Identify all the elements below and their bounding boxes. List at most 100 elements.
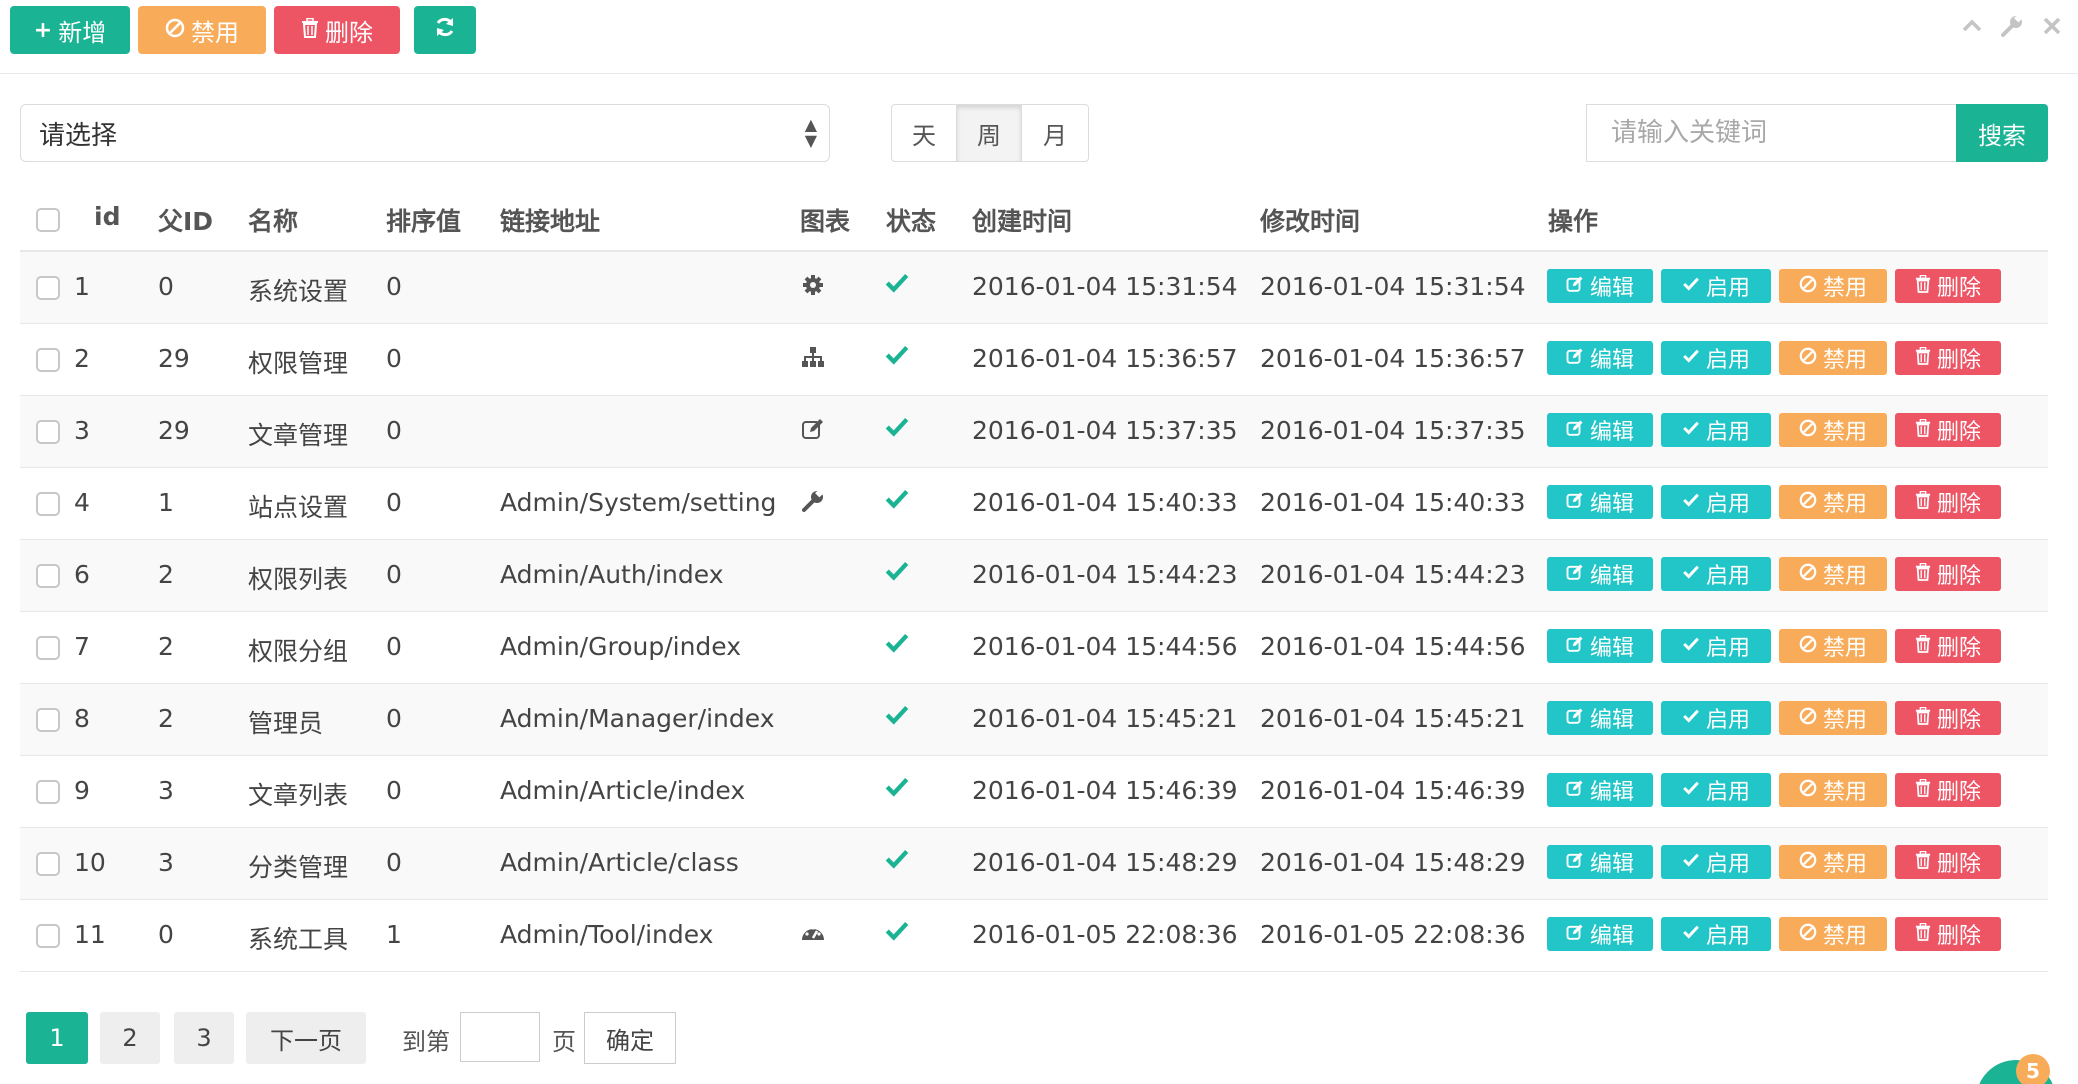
- wrench-icon[interactable]: [2000, 14, 2024, 45]
- delete-button[interactable]: 删除: [1895, 629, 2001, 663]
- search-input[interactable]: [1611, 118, 1956, 148]
- delete-button[interactable]: 删除: [1895, 269, 2001, 303]
- edit-button[interactable]: 编辑: [1547, 773, 1653, 807]
- row-checkbox[interactable]: [36, 492, 60, 516]
- disable-button[interactable]: 禁用: [1779, 845, 1887, 879]
- page-3[interactable]: 3: [174, 1012, 234, 1064]
- delete-button[interactable]: 删除: [1895, 485, 2001, 519]
- cell-created: 2016-01-04 15:31:54: [972, 272, 1238, 301]
- row-checkbox[interactable]: [36, 276, 60, 300]
- delete-button[interactable]: 删除: [274, 6, 400, 54]
- enable-button[interactable]: 启用: [1661, 341, 1771, 375]
- enable-button[interactable]: 启用: [1661, 557, 1771, 591]
- page-3-label: 3: [196, 1024, 212, 1052]
- notification-badge[interactable]: 5: [2016, 1054, 2050, 1084]
- edit-label: 编辑: [1589, 564, 1634, 589]
- disable-button[interactable]: 禁用: [1779, 413, 1887, 447]
- row-checkbox[interactable]: [36, 780, 60, 804]
- cell-id: 8: [74, 704, 90, 733]
- edit-button[interactable]: 编辑: [1547, 917, 1653, 951]
- disable-button[interactable]: 禁用: [1779, 701, 1887, 735]
- delete-button[interactable]: 删除: [1895, 413, 2001, 447]
- delete-button[interactable]: 删除: [1895, 341, 2001, 375]
- disable-label: 禁用: [1822, 780, 1867, 805]
- disable-button[interactable]: 禁用: [1779, 917, 1887, 951]
- enable-button[interactable]: 启用: [1661, 413, 1771, 447]
- edit-icon: [1566, 418, 1584, 443]
- goto-page-input[interactable]: [460, 1012, 540, 1062]
- disable-label: 禁用: [1822, 348, 1867, 373]
- cell-sort: 0: [386, 416, 402, 445]
- chevron-up-icon[interactable]: [1960, 14, 1984, 45]
- disable-button[interactable]: 禁用: [138, 6, 266, 54]
- status-check-icon: [884, 486, 910, 519]
- disable-label: 禁用: [1822, 564, 1867, 589]
- delete-button[interactable]: 删除: [1895, 845, 2001, 879]
- delete-button[interactable]: 删除: [1895, 773, 2001, 807]
- edit-button[interactable]: 编辑: [1547, 845, 1653, 879]
- row-checkbox[interactable]: [36, 564, 60, 588]
- edit-button[interactable]: 编辑: [1547, 557, 1653, 591]
- cell-sort: 1: [386, 920, 402, 949]
- goto-confirm-button[interactable]: 确定: [584, 1012, 676, 1064]
- check-icon: [1682, 850, 1700, 875]
- edit-button[interactable]: 编辑: [1547, 269, 1653, 303]
- disable-button[interactable]: 禁用: [1779, 773, 1887, 807]
- tab-month[interactable]: 月: [1021, 104, 1089, 162]
- category-select[interactable]: 请选择 ▲ ▼: [20, 104, 830, 162]
- edit-button[interactable]: 编辑: [1547, 413, 1653, 447]
- delete-button[interactable]: 删除: [1895, 701, 2001, 735]
- search-button[interactable]: 搜索: [1956, 104, 2048, 162]
- enable-label: 启用: [1705, 780, 1750, 805]
- enable-button[interactable]: 启用: [1661, 701, 1771, 735]
- row-checkbox[interactable]: [36, 852, 60, 876]
- disable-button[interactable]: 禁用: [1779, 485, 1887, 519]
- enable-button[interactable]: 启用: [1661, 917, 1771, 951]
- delete-button[interactable]: 删除: [1895, 557, 2001, 591]
- row-checkbox[interactable]: [36, 636, 60, 660]
- wrench-icon: [798, 486, 828, 516]
- delete-button[interactable]: 删除: [1895, 917, 2001, 951]
- row-checkbox[interactable]: [36, 348, 60, 372]
- disable-button[interactable]: 禁用: [1779, 269, 1887, 303]
- row-checkbox[interactable]: [36, 924, 60, 948]
- cell-modified: 2016-01-05 22:08:36: [1260, 920, 1526, 949]
- enable-button[interactable]: 启用: [1661, 269, 1771, 303]
- header-icon: 图表: [800, 207, 851, 236]
- add-button[interactable]: + 新增: [10, 6, 130, 54]
- disable-button[interactable]: 禁用: [1779, 629, 1887, 663]
- status-check-icon: [884, 702, 910, 735]
- row-checkbox[interactable]: [36, 420, 60, 444]
- page-1[interactable]: 1: [26, 1012, 88, 1064]
- tab-day[interactable]: 天: [891, 104, 957, 162]
- enable-button[interactable]: 启用: [1661, 629, 1771, 663]
- enable-label: 启用: [1705, 636, 1750, 661]
- close-icon[interactable]: [2040, 14, 2064, 45]
- edit-button[interactable]: 编辑: [1547, 701, 1653, 735]
- next-page-button[interactable]: 下一页: [246, 1012, 366, 1064]
- edit-button[interactable]: 编辑: [1547, 629, 1653, 663]
- edit-button[interactable]: 编辑: [1547, 485, 1653, 519]
- edit-button[interactable]: 编辑: [1547, 341, 1653, 375]
- enable-button[interactable]: 启用: [1661, 485, 1771, 519]
- cell-name: 权限分组: [248, 637, 349, 666]
- ban-icon: [1799, 562, 1817, 587]
- select-all-checkbox[interactable]: [36, 208, 60, 232]
- add-button-label: 新增: [58, 18, 107, 47]
- cell-id: 2: [74, 344, 90, 373]
- enable-button[interactable]: 启用: [1661, 773, 1771, 807]
- tab-week[interactable]: 周: [956, 104, 1022, 162]
- gear-icon: [798, 270, 828, 300]
- refresh-button[interactable]: [414, 6, 476, 54]
- disable-button[interactable]: 禁用: [1779, 557, 1887, 591]
- row-checkbox[interactable]: [36, 708, 60, 732]
- enable-label: 启用: [1705, 708, 1750, 733]
- cell-sort: 0: [386, 704, 402, 733]
- disable-button[interactable]: 禁用: [1779, 341, 1887, 375]
- enable-button[interactable]: 启用: [1661, 845, 1771, 879]
- cell-modified: 2016-01-04 15:37:35: [1260, 416, 1526, 445]
- check-icon: [1682, 706, 1700, 731]
- disable-label: 禁用: [1822, 708, 1867, 733]
- page-2[interactable]: 2: [100, 1012, 160, 1064]
- table-row: 2 29 权限管理 0 2016-01-04 15:36:57 2016-01-04 15…: [20, 324, 2048, 396]
